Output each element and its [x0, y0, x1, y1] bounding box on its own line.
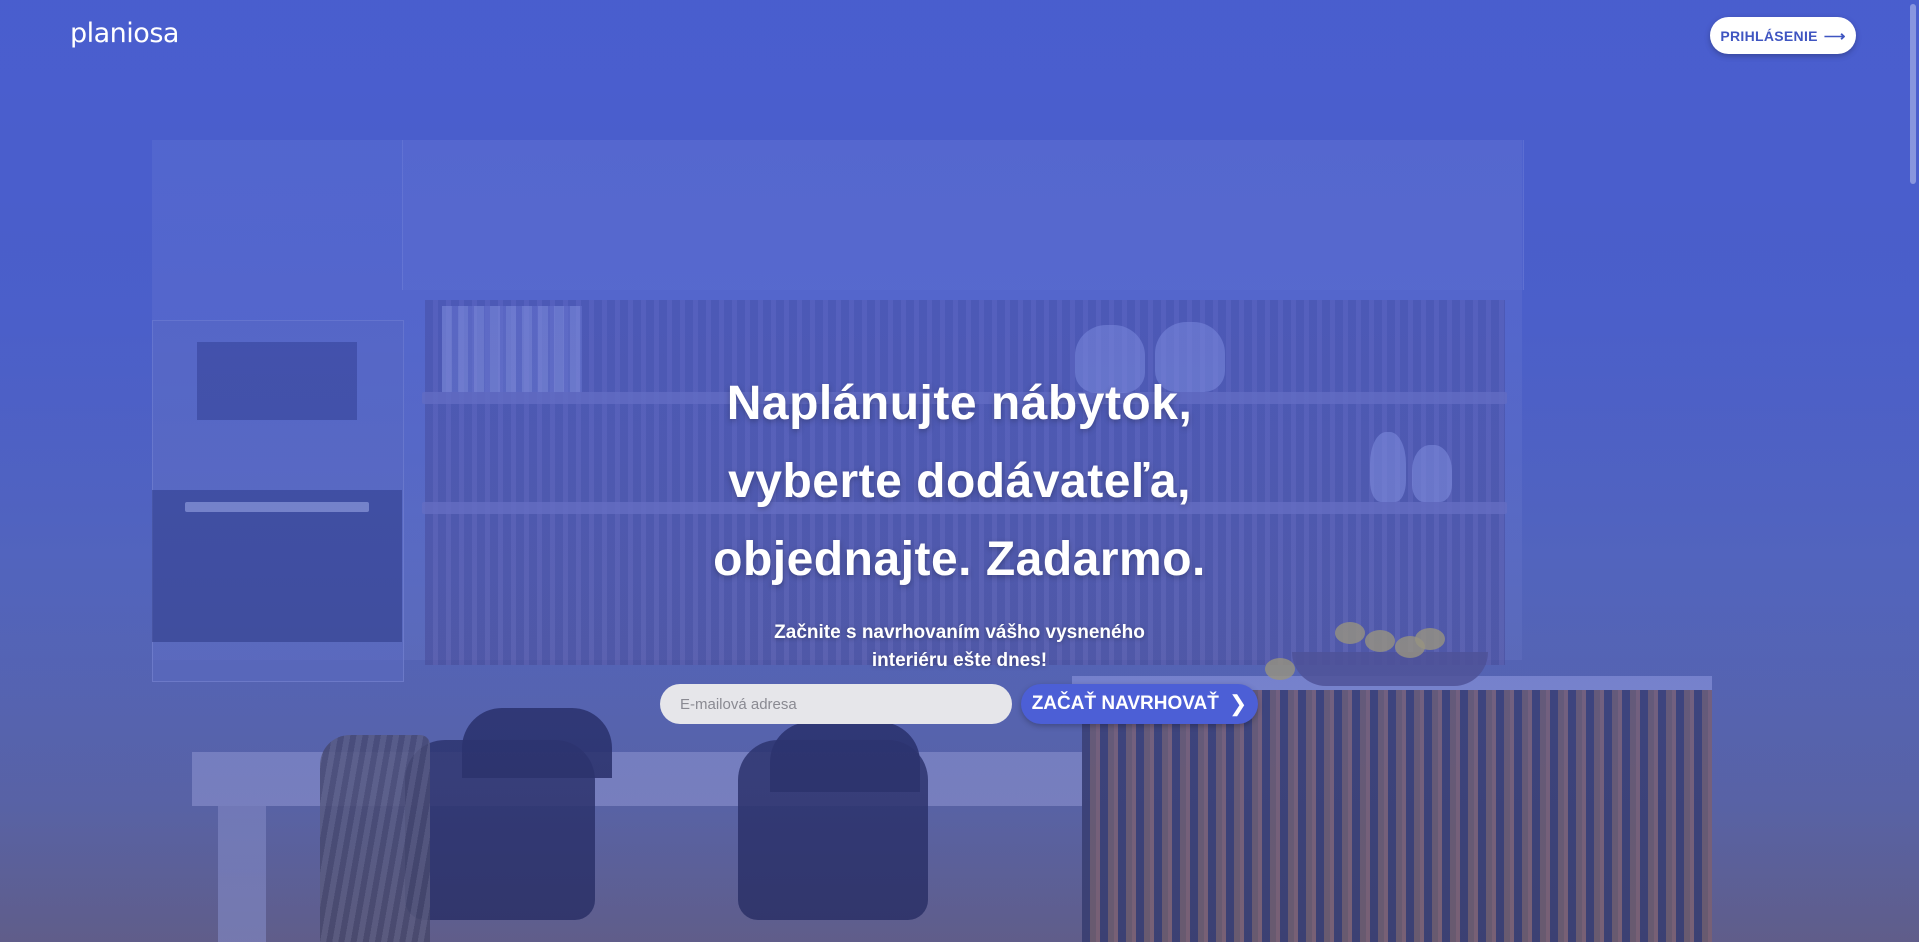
hero-title-line: vyberte dodávateľa, — [728, 455, 1191, 508]
start-designing-button[interactable]: ZAČAŤ NAVRHOVAŤ ❯ — [1021, 684, 1258, 724]
scrollbar[interactable] — [1910, 4, 1916, 184]
hero-title-line: Naplánujte nábytok, — [726, 377, 1193, 430]
email-input[interactable] — [660, 684, 1012, 724]
hero-title: Naplánujte nábytok, vyberte dodávateľa, … — [0, 365, 1919, 599]
hero-title-line: objednajte. Zadarmo. — [713, 533, 1206, 586]
chevron-right-icon: ❯ — [1228, 691, 1248, 716]
login-button-label: PRIHLÁSENIE — [1720, 27, 1818, 44]
hero-section: Naplánujte nábytok, vyberte dodávateľa, … — [0, 365, 1919, 675]
logo[interactable]: planiosa — [70, 18, 179, 49]
login-button[interactable]: PRIHLÁSENIE ⟶ — [1710, 17, 1856, 54]
signup-form: ZAČAŤ NAVRHOVAŤ ❯ — [660, 684, 1258, 724]
start-designing-label: ZAČAŤ NAVRHOVAŤ — [1031, 693, 1219, 714]
hero-subtitle: Začnite s navrhovaním vášho vysneného in… — [774, 622, 1145, 671]
arrow-right-icon: ⟶ — [1823, 27, 1846, 45]
